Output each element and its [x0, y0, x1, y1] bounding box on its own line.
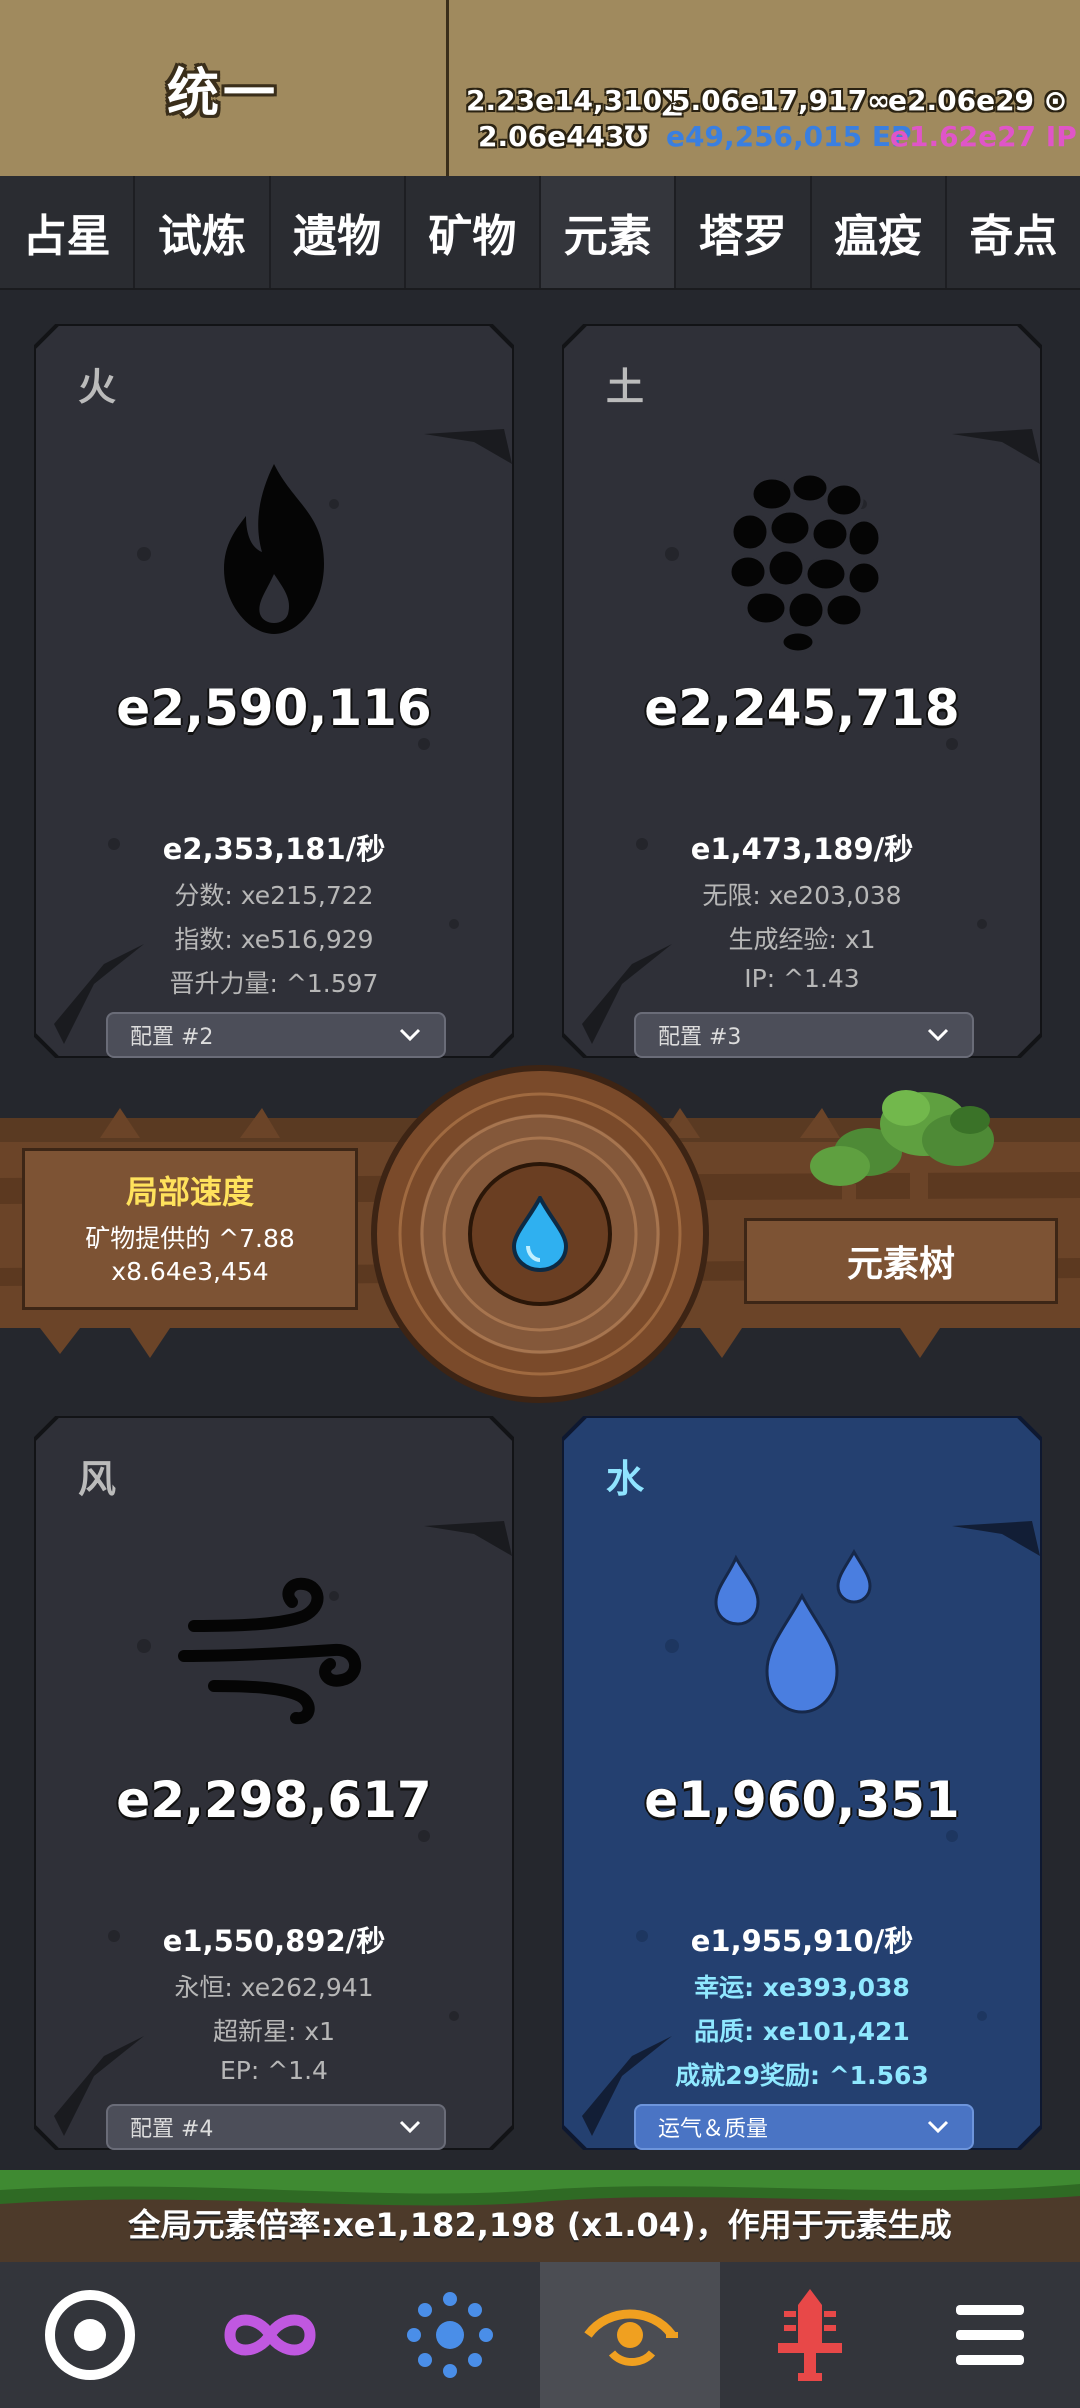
- element-bonus: 无限: xe203,038: [702, 881, 902, 910]
- element-rate: e1,955,910/秒: [690, 1924, 914, 1958]
- tab-minerals[interactable]: 矿物: [406, 176, 541, 288]
- chevron-down-icon: [399, 2120, 421, 2134]
- global-multiplier-text: 全局元素倍率:xe1,182,198 (x1.04)，作用于元素生成: [128, 2206, 952, 2244]
- tab-relics[interactable]: 遗物: [271, 176, 406, 288]
- dots-ring-icon: [407, 2292, 493, 2378]
- water-drops-icon: [714, 1548, 872, 1714]
- stat-ip: e1.62e27 IP: [890, 120, 1077, 153]
- config-dropdown-value: 配置 #3: [658, 1025, 742, 1050]
- tree-icon: [810, 1090, 994, 1230]
- local-speed-title: 局部速度: [125, 1173, 254, 1211]
- menu-icon: [956, 2305, 1024, 2365]
- element-bonus: 品质: xe101,421: [694, 2017, 910, 2046]
- nav-reality[interactable]: [540, 2262, 720, 2408]
- element-name: 土: [606, 365, 645, 409]
- infinity-icon: [224, 2314, 316, 2356]
- config-dropdown[interactable]: 运气＆质量: [634, 2104, 974, 2150]
- local-speed-value: x8.64e3,454: [111, 1257, 269, 1286]
- config-dropdown[interactable]: 配置 #4: [106, 2104, 446, 2150]
- water-drop-icon: [511, 1196, 569, 1272]
- stat-ep: e49,256,015 EP: [666, 120, 912, 153]
- local-speed-source: 矿物提供的 ^7.88: [85, 1224, 295, 1253]
- nav-menu[interactable]: [900, 2262, 1080, 2408]
- sword-icon: [778, 2289, 842, 2381]
- tab-elements[interactable]: 元素: [541, 176, 677, 288]
- chevron-down-icon: [399, 1028, 421, 1042]
- eye-orbit-icon: [584, 2309, 678, 2366]
- tab-plague[interactable]: 瘟疫: [812, 176, 947, 288]
- element-rate: e1,473,189/秒: [690, 832, 914, 866]
- element-name: 火: [78, 365, 117, 409]
- element-bonus: 幸运: xe393,038: [694, 1973, 910, 2002]
- element-tree-button[interactable]: 元素树: [744, 1218, 1058, 1304]
- config-dropdown[interactable]: 配置 #3: [634, 1012, 974, 1058]
- fire-icon: [224, 464, 324, 634]
- tab-astrology[interactable]: 占星: [0, 176, 136, 288]
- element-card-water[interactable]: 水 e1,960,351 e1,955,910/秒 幸运: xe393,038 …: [562, 1416, 1042, 2150]
- nav-infinity[interactable]: [180, 2262, 360, 2408]
- tab-trials[interactable]: 试炼: [135, 176, 271, 288]
- element-amount: e1,960,351: [644, 1771, 960, 1829]
- config-dropdown-value: 配置 #4: [130, 2117, 214, 2142]
- bottom-nav: [0, 2262, 1080, 2408]
- element-name: 风: [78, 1457, 117, 1501]
- config-dropdown-value: 配置 #2: [130, 1025, 214, 1050]
- header-title-panel: 统一: [0, 0, 446, 176]
- wind-icon: [178, 1577, 362, 1725]
- stat-infinity: 5.06e17,917∞: [671, 84, 891, 117]
- nav-eternity[interactable]: [360, 2262, 540, 2408]
- element-bonus: 超新星: x1: [212, 2017, 336, 2046]
- chevron-down-icon: [927, 1028, 949, 1042]
- element-bonus: 晋升力量: ^1.597: [169, 969, 379, 998]
- element-card-fire[interactable]: 火 e2,590,116 e2,353,181/秒 分数: xe215,722 …: [34, 324, 514, 1058]
- local-speed-panel: 局部速度 矿物提供的 ^7.88 x8.64e3,454: [22, 1148, 358, 1310]
- element-bonus: 分数: xe215,722: [174, 881, 374, 910]
- element-name: 水: [606, 1457, 645, 1501]
- target-icon: [45, 2290, 135, 2380]
- element-bonus: EP: ^1.4: [220, 2056, 328, 2085]
- tab-bar: 占星 试炼 遗物 矿物 元素 塔罗 瘟疫 奇点: [0, 176, 1080, 290]
- stat-mho: 2.06e443℧: [478, 120, 649, 153]
- tab-tarot[interactable]: 塔罗: [676, 176, 812, 288]
- element-rate: e2,353,181/秒: [162, 832, 386, 866]
- stones-icon: [728, 472, 882, 654]
- config-dropdown-value: 运气＆质量: [658, 2117, 769, 2142]
- stat-singularity: e2.06e29 ⊙: [888, 84, 1068, 117]
- element-card-earth[interactable]: 土 e2,245,718 e1,473,189/秒 无限: xe203,038 …: [562, 324, 1042, 1058]
- element-card-wind[interactable]: 风 e2,298,617 e1,550,892/秒 永恒: xe262,941 …: [34, 1416, 514, 2150]
- element-rate: e1,550,892/秒: [162, 1924, 386, 1958]
- top-header: 统一 2.23e14,310∑ 5.06e17,917∞ e2.06e29 ⊙ …: [0, 0, 1080, 176]
- element-bonus: 永恒: xe262,941: [174, 1973, 374, 2002]
- page-title: 统一: [166, 63, 279, 124]
- element-amount: e2,298,617: [116, 1771, 432, 1829]
- nav-celestial[interactable]: [720, 2262, 900, 2408]
- header-divider: [446, 0, 449, 176]
- tab-singularity[interactable]: 奇点: [947, 176, 1080, 288]
- element-amount: e2,245,718: [644, 679, 960, 737]
- element-amount: e2,590,116: [116, 679, 432, 737]
- element-bonus: IP: ^1.43: [744, 964, 860, 993]
- element-bonus: 生成经验: x1: [728, 925, 876, 954]
- nav-target[interactable]: [0, 2262, 180, 2408]
- element-bonus: 指数: xe516,929: [174, 925, 374, 954]
- element-bonus: 成就29奖励: ^1.563: [675, 2061, 929, 2090]
- stat-points: 2.23e14,310∑: [466, 84, 683, 117]
- chevron-down-icon: [927, 2120, 949, 2134]
- config-dropdown[interactable]: 配置 #2: [106, 1012, 446, 1058]
